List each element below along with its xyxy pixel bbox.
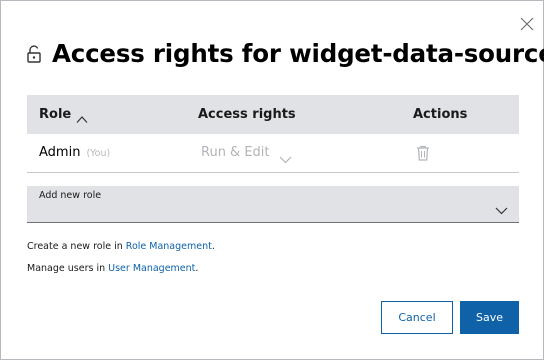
column-header-access-rights: Access rights (198, 107, 296, 122)
unlocked-padlock-icon (26, 44, 42, 63)
user-hint-suffix: . (195, 263, 199, 274)
access-rights-select: Run & Edit (201, 134, 270, 172)
save-button[interactable]: Save (460, 301, 519, 334)
add-new-role-label: Add new role (39, 190, 102, 201)
chevron-down-icon (279, 149, 292, 164)
role-hint-text: Create a new role in (27, 241, 126, 252)
trash-icon (416, 145, 430, 161)
column-header-role[interactable]: Role (39, 95, 71, 134)
chevron-down-icon[interactable] (495, 200, 508, 215)
cancel-button[interactable]: Cancel (381, 301, 453, 334)
dialog-header: Access rights for widget-data-source (26, 39, 544, 68)
add-new-role-dropdown[interactable]: Add new role (27, 186, 519, 223)
table-header: Role Access rights Actions (27, 95, 519, 134)
access-rights-dialog: Access rights for widget-data-source Rol… (0, 0, 544, 360)
role-management-hint: Create a new role in Role Management. (27, 241, 215, 252)
role-name: Admin (39, 145, 81, 160)
close-icon[interactable] (518, 15, 536, 33)
user-hint-text: Manage users in (27, 263, 109, 274)
current-user-note: (You) (86, 148, 111, 159)
role-cell: Admin (You) (39, 134, 110, 172)
user-management-hint: Manage users in User Management. (27, 263, 198, 274)
role-hint-suffix: . (211, 241, 215, 252)
column-header-actions: Actions (413, 107, 468, 122)
user-management-link[interactable]: User Management (108, 263, 195, 274)
table-row: Admin (You) Run & Edit (27, 134, 519, 173)
chevron-up-icon[interactable] (76, 109, 88, 123)
dialog-title: Access rights for widget-data-source (52, 39, 544, 68)
role-management-link[interactable]: Role Management (126, 241, 212, 252)
access-rights-value: Run & Edit (201, 145, 270, 160)
